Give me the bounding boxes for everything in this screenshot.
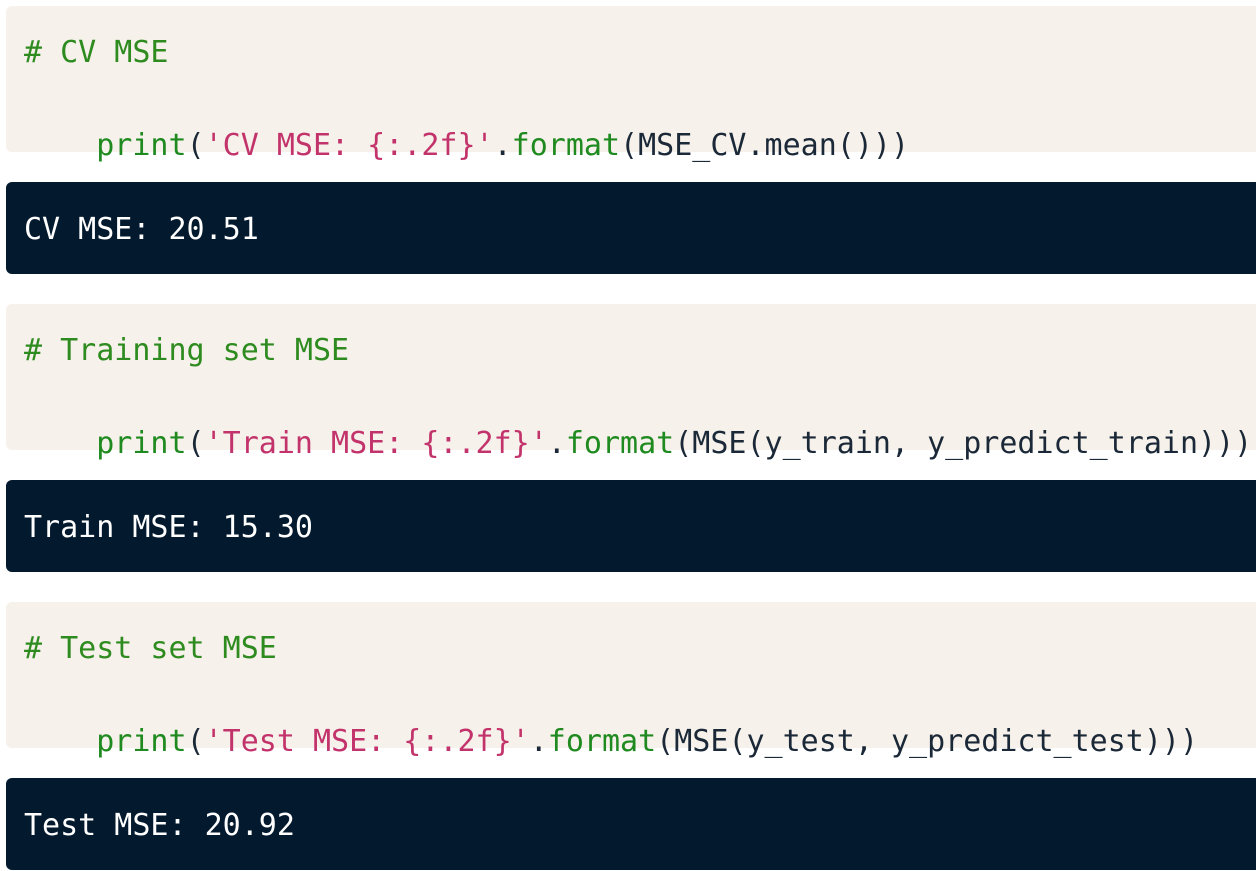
code-token-plain: (MSE(y_test, y_predict_test))) (656, 724, 1199, 759)
code-token-plain: . (547, 426, 566, 461)
code-token-plain: (MSE_CV.mean())) (620, 128, 910, 163)
output-cell: Train MSE: 15.30 (6, 480, 1256, 572)
code-comment: # Training set MSE (24, 333, 350, 368)
code-token-string: 'Train MSE: {:.2f}' (204, 426, 548, 461)
code-token-builtin: format (547, 724, 657, 759)
code-token-string: 'Test MSE: {:.2f}' (204, 724, 530, 759)
code-token-builtin: format (565, 426, 675, 461)
code-token-plain: ( (186, 724, 205, 759)
code-comment: # Test set MSE (24, 631, 277, 666)
code-comment: # CV MSE (24, 35, 169, 70)
output-text: Test MSE: 20.92 (24, 808, 295, 843)
code-token-plain: . (529, 724, 548, 759)
code-token-string: 'CV MSE: {:.2f}' (204, 128, 494, 163)
code-line: print('Train MSE: {:.2f}'.format(MSE(y_t… (24, 384, 1252, 461)
code-token-plain: (MSE(y_train, y_predict_train))) (674, 426, 1253, 461)
output-text: CV MSE: 20.51 (24, 212, 259, 247)
code-token-builtin: print (96, 426, 187, 461)
code-token-builtin: print (96, 724, 187, 759)
code-token-builtin: format (511, 128, 621, 163)
code-line: print('CV MSE: {:.2f}'.format(MSE_CV.mea… (24, 86, 909, 163)
code-token-plain: ( (186, 128, 205, 163)
code-line: print('Test MSE: {:.2f}'.format(MSE(y_te… (24, 682, 1198, 759)
code-cell: # Training set MSE print('Train MSE: {:.… (6, 304, 1256, 461)
output-cell: CV MSE: 20.51 (6, 182, 1256, 274)
code-cell: # Test set MSE print('Test MSE: {:.2f}'.… (6, 602, 1256, 759)
code-token-plain: ( (186, 426, 205, 461)
output-text: Train MSE: 15.30 (24, 510, 313, 545)
code-token-plain: . (493, 128, 512, 163)
code-cell: # CV MSE print('CV MSE: {:.2f}'.format(M… (6, 6, 1256, 163)
output-cell: Test MSE: 20.92 (6, 778, 1256, 870)
code-token-builtin: print (96, 128, 187, 163)
